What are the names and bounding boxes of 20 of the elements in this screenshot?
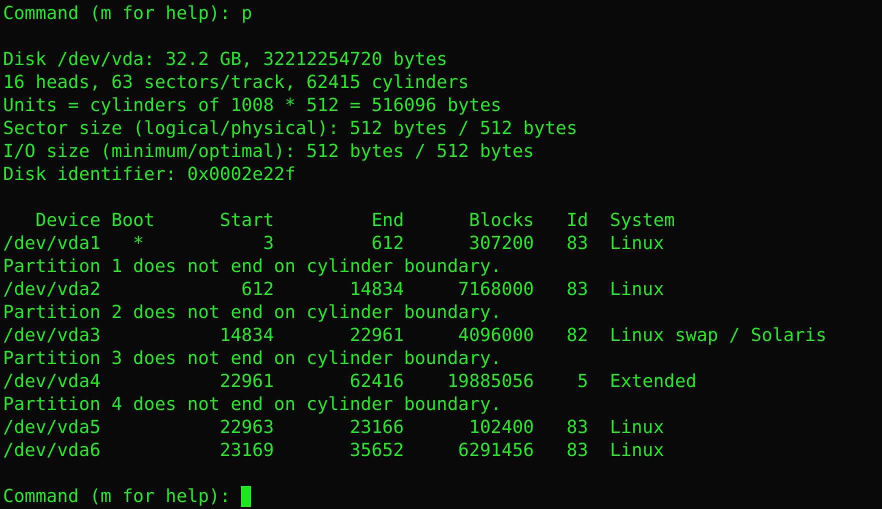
terminal-line: I/O size (minimum/optimal): 512 bytes / 512 bytes	[3, 140, 534, 163]
terminal-line: Partition 2 does not end on cylinder boundary.	[3, 301, 502, 324]
command-prompt: Command (m for help):	[3, 485, 232, 508]
terminal-line: Command (m for help): p	[3, 2, 252, 25]
terminal-line: /dev/vda4 22961 62416 19885056 5 Extended	[3, 370, 697, 393]
text-cursor	[241, 486, 252, 507]
terminal-line: Partition 4 does not end on cylinder boundary.	[3, 393, 502, 416]
terminal-line: /dev/vda6 23169 35652 6291456 83 Linux	[3, 439, 664, 462]
terminal-line: /dev/vda5 22963 23166 102400 83 Linux	[3, 416, 664, 439]
terminal-line: Disk identifier: 0x0002e22f	[3, 163, 296, 186]
terminal-line: Units = cylinders of 1008 * 512 = 516096 bytes	[3, 94, 502, 117]
terminal-line: Disk /dev/vda: 32.2 GB, 32212254720 bytes	[3, 48, 448, 71]
terminal-line: Partition 3 does not end on cylinder boundary.	[3, 347, 502, 370]
terminal-line: /dev/vda2 612 14834 7168000 83 Linux	[3, 278, 664, 301]
terminal-line: /dev/vda3 14834 22961 4096000 82 Linux swap / Solaris	[3, 324, 827, 347]
terminal-line: 16 heads, 63 sectors/track, 62415 cylinders	[3, 71, 469, 94]
terminal-line: /dev/vda1 * 3 612 307200 83 Linux	[3, 232, 664, 255]
terminal-line: Partition 1 does not end on cylinder boundary.	[3, 255, 502, 278]
terminal-line: Sector size (logical/physical): 512 bytes / 512 bytes	[3, 117, 578, 140]
terminal-line: Device Boot Start End Blocks Id System	[34, 209, 675, 232]
